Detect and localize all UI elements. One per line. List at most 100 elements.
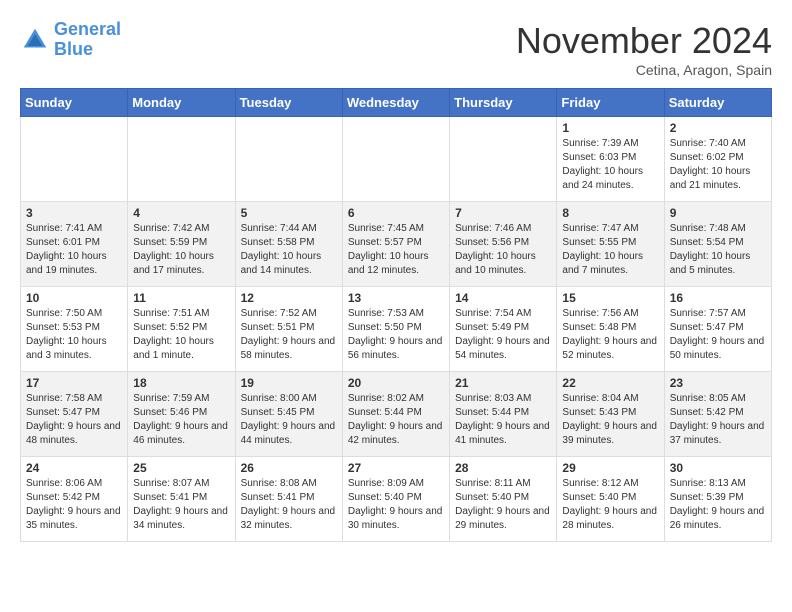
day-number: 26 xyxy=(241,461,337,475)
calendar-cell: 3 Sunrise: 7:41 AM Sunset: 6:01 PM Daylig… xyxy=(21,202,128,287)
logo-line1: General xyxy=(54,19,121,39)
calendar-cell: 9Sunrise: 7:48 AM Sunset: 5:54 PM Daylig… xyxy=(664,202,771,287)
calendar-cell xyxy=(128,117,235,202)
day-number: 12 xyxy=(241,291,337,305)
cell-info: Sunrise: 8:04 AM Sunset: 5:43 PM Dayligh… xyxy=(562,392,658,448)
calendar-cell: 6 Sunrise: 7:45 AM Sunset: 5:57 PM Daylig… xyxy=(342,202,449,287)
calendar-cell: 16 Sunrise: 7:57 AM Sunset: 5:47 PM Dayli… xyxy=(664,287,771,372)
day-number: 23 xyxy=(670,376,766,390)
cell-info: Sunrise: 8:12 AM Sunset: 5:40 PM Dayligh… xyxy=(562,477,658,533)
day-number: 27 xyxy=(348,461,444,475)
calendar-week-row: 10 Sunrise: 7:50 AM Sunset: 5:53 PM Dayli… xyxy=(21,287,772,372)
calendar-cell: 19Sunrise: 8:00 AM Sunset: 5:45 PM Dayli… xyxy=(235,372,342,457)
calendar-week-row: 3 Sunrise: 7:41 AM Sunset: 6:01 PM Daylig… xyxy=(21,202,772,287)
day-number: 30 xyxy=(670,461,766,475)
calendar-cell: 22 Sunrise: 8:04 AM Sunset: 5:43 PM Dayli… xyxy=(557,372,664,457)
calendar-cell: 21Sunrise: 8:03 AM Sunset: 5:44 PM Dayli… xyxy=(450,372,557,457)
day-number: 3 xyxy=(26,206,122,220)
calendar-cell: 17 Sunrise: 7:58 AM Sunset: 5:47 PM Dayli… xyxy=(21,372,128,457)
cell-info: Sunrise: 7:45 AM Sunset: 5:57 PM Dayligh… xyxy=(348,222,444,278)
calendar-cell xyxy=(235,117,342,202)
calendar-cell: 20 Sunrise: 8:02 AM Sunset: 5:44 PM Dayli… xyxy=(342,372,449,457)
calendar-cell xyxy=(450,117,557,202)
cell-info: Sunrise: 8:09 AM Sunset: 5:40 PM Dayligh… xyxy=(348,477,444,533)
logo-line2: Blue xyxy=(54,39,93,59)
weekday-header: Saturday xyxy=(664,89,771,117)
cell-info: Sunrise: 7:42 AM Sunset: 5:59 PM Dayligh… xyxy=(133,222,229,278)
day-number: 18 xyxy=(133,376,229,390)
cell-info: Sunrise: 7:48 AM Sunset: 5:54 PM Dayligh… xyxy=(670,222,766,278)
day-number: 4 xyxy=(133,206,229,220)
cell-info: Sunrise: 8:00 AM Sunset: 5:45 PM Dayligh… xyxy=(241,392,337,448)
cell-info: Sunrise: 8:11 AM Sunset: 5:40 PM Dayligh… xyxy=(455,477,551,533)
cell-info: Sunrise: 7:53 AM Sunset: 5:50 PM Dayligh… xyxy=(348,307,444,363)
cell-info: Sunrise: 7:59 AM Sunset: 5:46 PM Dayligh… xyxy=(133,392,229,448)
day-number: 8 xyxy=(562,206,658,220)
calendar-cell: 23Sunrise: 8:05 AM Sunset: 5:42 PM Dayli… xyxy=(664,372,771,457)
weekday-header: Monday xyxy=(128,89,235,117)
cell-info: Sunrise: 7:44 AM Sunset: 5:58 PM Dayligh… xyxy=(241,222,337,278)
day-number: 11 xyxy=(133,291,229,305)
logo: General Blue xyxy=(20,20,121,60)
cell-info: Sunrise: 8:03 AM Sunset: 5:44 PM Dayligh… xyxy=(455,392,551,448)
day-number: 1 xyxy=(562,121,658,135)
calendar-week-row: 17 Sunrise: 7:58 AM Sunset: 5:47 PM Dayli… xyxy=(21,372,772,457)
calendar-cell: 7Sunrise: 7:46 AM Sunset: 5:56 PM Daylig… xyxy=(450,202,557,287)
calendar-cell: 10 Sunrise: 7:50 AM Sunset: 5:53 PM Dayli… xyxy=(21,287,128,372)
weekday-row: SundayMondayTuesdayWednesdayThursdayFrid… xyxy=(21,89,772,117)
calendar-table: SundayMondayTuesdayWednesdayThursdayFrid… xyxy=(20,88,772,542)
calendar-cell: 15Sunrise: 7:56 AM Sunset: 5:48 PM Dayli… xyxy=(557,287,664,372)
weekday-header: Wednesday xyxy=(342,89,449,117)
cell-info: Sunrise: 7:58 AM Sunset: 5:47 PM Dayligh… xyxy=(26,392,122,448)
calendar-cell: 29 Sunrise: 8:12 AM Sunset: 5:40 PM Dayli… xyxy=(557,457,664,542)
calendar-week-row: 1 Sunrise: 7:39 AM Sunset: 6:03 PM Daylig… xyxy=(21,117,772,202)
weekday-header: Sunday xyxy=(21,89,128,117)
day-number: 22 xyxy=(562,376,658,390)
cell-info: Sunrise: 7:39 AM Sunset: 6:03 PM Dayligh… xyxy=(562,137,658,193)
day-number: 25 xyxy=(133,461,229,475)
calendar-cell: 28 Sunrise: 8:11 AM Sunset: 5:40 PM Dayli… xyxy=(450,457,557,542)
day-number: 20 xyxy=(348,376,444,390)
location: Cetina, Aragon, Spain xyxy=(516,62,772,78)
day-number: 10 xyxy=(26,291,122,305)
page-header: General Blue November 2024 Cetina, Arago… xyxy=(20,20,772,78)
cell-info: Sunrise: 8:07 AM Sunset: 5:41 PM Dayligh… xyxy=(133,477,229,533)
day-number: 2 xyxy=(670,121,766,135)
cell-info: Sunrise: 7:50 AM Sunset: 5:53 PM Dayligh… xyxy=(26,307,122,363)
calendar-week-row: 24 Sunrise: 8:06 AM Sunset: 5:42 PM Dayli… xyxy=(21,457,772,542)
day-number: 16 xyxy=(670,291,766,305)
day-number: 7 xyxy=(455,206,551,220)
cell-info: Sunrise: 7:57 AM Sunset: 5:47 PM Dayligh… xyxy=(670,307,766,363)
weekday-header: Thursday xyxy=(450,89,557,117)
calendar-cell: 14Sunrise: 7:54 AM Sunset: 5:49 PM Dayli… xyxy=(450,287,557,372)
day-number: 24 xyxy=(26,461,122,475)
calendar-cell: 4 Sunrise: 7:42 AM Sunset: 5:59 PM Daylig… xyxy=(128,202,235,287)
day-number: 14 xyxy=(455,291,551,305)
calendar-body: 1 Sunrise: 7:39 AM Sunset: 6:03 PM Daylig… xyxy=(21,117,772,542)
cell-info: Sunrise: 8:08 AM Sunset: 5:41 PM Dayligh… xyxy=(241,477,337,533)
cell-info: Sunrise: 7:41 AM Sunset: 6:01 PM Dayligh… xyxy=(26,222,122,278)
calendar-cell: 2Sunrise: 7:40 AM Sunset: 6:02 PM Daylig… xyxy=(664,117,771,202)
day-number: 6 xyxy=(348,206,444,220)
cell-info: Sunrise: 8:13 AM Sunset: 5:39 PM Dayligh… xyxy=(670,477,766,533)
cell-info: Sunrise: 8:02 AM Sunset: 5:44 PM Dayligh… xyxy=(348,392,444,448)
day-number: 28 xyxy=(455,461,551,475)
calendar-header: SundayMondayTuesdayWednesdayThursdayFrid… xyxy=(21,89,772,117)
calendar-cell xyxy=(342,117,449,202)
cell-info: Sunrise: 8:06 AM Sunset: 5:42 PM Dayligh… xyxy=(26,477,122,533)
day-number: 15 xyxy=(562,291,658,305)
calendar-cell: 13Sunrise: 7:53 AM Sunset: 5:50 PM Dayli… xyxy=(342,287,449,372)
calendar-cell: 27 Sunrise: 8:09 AM Sunset: 5:40 PM Dayli… xyxy=(342,457,449,542)
calendar-cell: 25 Sunrise: 8:07 AM Sunset: 5:41 PM Dayli… xyxy=(128,457,235,542)
month-title: November 2024 xyxy=(516,20,772,62)
calendar-cell: 30 Sunrise: 8:13 AM Sunset: 5:39 PM Dayli… xyxy=(664,457,771,542)
cell-info: Sunrise: 7:47 AM Sunset: 5:55 PM Dayligh… xyxy=(562,222,658,278)
day-number: 5 xyxy=(241,206,337,220)
day-number: 29 xyxy=(562,461,658,475)
day-number: 17 xyxy=(26,376,122,390)
calendar-cell: 24 Sunrise: 8:06 AM Sunset: 5:42 PM Dayli… xyxy=(21,457,128,542)
calendar-cell: 18 Sunrise: 7:59 AM Sunset: 5:46 PM Dayli… xyxy=(128,372,235,457)
calendar-cell: 8 Sunrise: 7:47 AM Sunset: 5:55 PM Daylig… xyxy=(557,202,664,287)
weekday-header: Tuesday xyxy=(235,89,342,117)
calendar-cell xyxy=(21,117,128,202)
